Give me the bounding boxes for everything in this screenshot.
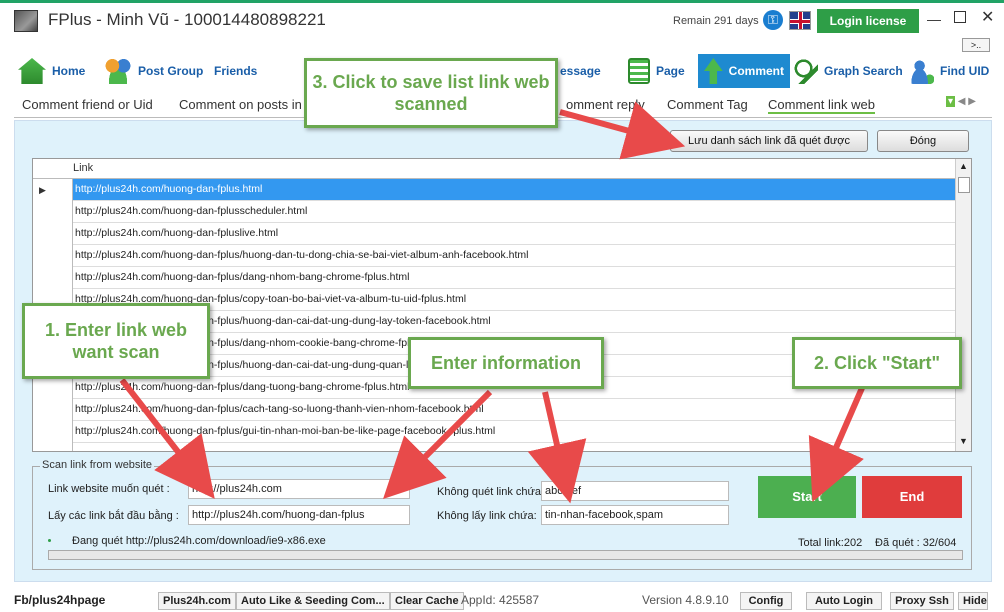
auto-login-button[interactable]: Auto Login (806, 592, 882, 610)
scroll-thumb[interactable] (958, 177, 970, 193)
callout-step1: 1. Enter link web want scan (22, 303, 210, 379)
minimize-icon[interactable]: — (927, 11, 941, 27)
nav-graph-search[interactable]: Graph Search (794, 54, 903, 88)
tab-comment-tag[interactable]: Comment Tag (667, 97, 748, 112)
grid-scrollbar[interactable]: ▲ ▼ (955, 159, 971, 451)
table-row[interactable]: http://plus24h.com/huong-dan-fplus/dang-… (73, 267, 955, 289)
table-row[interactable]: http://plus24h.com/huong-dan-fplus.html (73, 179, 955, 201)
proxy-ssh-button[interactable]: Proxy Ssh (890, 592, 954, 610)
scan-progress-bar (48, 550, 963, 560)
nav-friends-label: Friends (214, 64, 258, 78)
table-row[interactable]: http://plus24h.com/huong-dan-fpluslive.h… (73, 223, 955, 245)
app-id: AppId: 425587 (461, 593, 540, 607)
nav-message-label: essage (560, 64, 601, 78)
uk-flag-icon[interactable] (789, 11, 811, 30)
tab-comment-friend[interactable]: Comment friend or Uid (22, 97, 153, 112)
nav-graph-search-label: Graph Search (824, 64, 903, 78)
current-row-icon: ▶ (39, 185, 46, 195)
page-icon (628, 58, 650, 84)
nav-message[interactable]: essage (560, 54, 601, 88)
tab-comment-link-web[interactable]: Comment link web (768, 97, 875, 114)
login-license-button[interactable]: Login license (817, 9, 919, 33)
nav-post-group[interactable]: Post Group (104, 54, 203, 88)
nav-page-label: Page (656, 64, 685, 78)
scanned-count: Đã quét : 32/604 (875, 537, 957, 549)
title-bar: FPlus - Minh Vũ - 100014480898221 Remain… (0, 0, 1004, 36)
close-button[interactable]: Đóng (877, 130, 969, 152)
status-bar: Fb/plus24hpage Plus24h.com Auto Like & S… (0, 588, 1004, 612)
nav-page[interactable]: Page (628, 54, 685, 88)
fb-link[interactable]: Fb/plus24hpage (14, 592, 105, 610)
maximize-icon[interactable] (954, 11, 966, 23)
skip-input[interactable]: tin-nhan-facebook,spam (541, 505, 729, 525)
nav-home[interactable]: Home (18, 54, 85, 88)
nav-comment-label: Comment (728, 64, 784, 78)
skip-label: Không lấy link chứa: (437, 510, 537, 522)
tab-scroll-arrows[interactable]: ▾ ◀ ▶ (946, 96, 976, 107)
table-row[interactable]: http://plus24h.com/huong-dan-fplusschedu… (73, 201, 955, 223)
callout-step3: 3. Click to save list link web scanned (304, 58, 558, 128)
status-dot (48, 539, 51, 542)
grid-header-link[interactable]: Link (73, 162, 93, 174)
version: Version 4.8.9.10 (642, 593, 729, 607)
app-icon (14, 10, 38, 32)
group-icon (104, 58, 132, 84)
upload-arrow-icon (704, 58, 723, 84)
table-row[interactable]: http://plus24h.com/huong-dan-fplus/gui-t… (73, 421, 955, 443)
add-user-icon (910, 58, 934, 84)
website-input[interactable]: http://plus24h.com (188, 479, 410, 499)
scan-legend: Scan link from website (40, 459, 155, 471)
grid-header: Link (33, 159, 971, 179)
key-icon[interactable]: ⚿ (763, 10, 783, 30)
table-row[interactable]: http://plus24h.com/huong-dan-fplus/huong… (73, 245, 955, 267)
nav-find-uid[interactable]: Find UID (910, 54, 989, 88)
tab-comment-reply[interactable]: omment reply (566, 97, 645, 112)
save-list-button[interactable]: Lưu danh sách link đã quét được (670, 130, 868, 152)
website-label: Link website muốn quét : (48, 483, 170, 495)
search-icon (794, 58, 818, 84)
clear-cache-button[interactable]: Clear Cache (390, 592, 464, 610)
remain-days: Remain 291 days (673, 15, 759, 27)
plus24h-button[interactable]: Plus24h.com (158, 592, 236, 610)
prefix-input[interactable]: http://plus24h.com/huong-dan-fplus (188, 505, 410, 525)
scroll-down-icon[interactable]: ▼ (959, 436, 968, 446)
scan-status: Đang quét http://plus24h.com/download/ie… (72, 535, 326, 547)
scroll-up-icon[interactable]: ▲ (959, 161, 968, 171)
config-button[interactable]: Config (740, 592, 792, 610)
auto-like-button[interactable]: Auto Like & Seeding Com... (236, 592, 390, 610)
callout-step2: 2. Click "Start" (792, 337, 962, 389)
end-button[interactable]: End (862, 476, 962, 518)
home-icon (18, 58, 46, 84)
start-button[interactable]: Start (758, 476, 856, 518)
callout-info: Enter information (408, 337, 604, 389)
exclude-input[interactable]: abc,def (541, 481, 729, 501)
prefix-label: Lấy các link bắt đầu bằng : (48, 510, 179, 522)
nav-find-uid-label: Find UID (940, 64, 990, 78)
close-icon[interactable]: ✕ (981, 7, 994, 27)
total-link: Total link:202 (798, 537, 863, 549)
nav-home-label: Home (52, 64, 86, 78)
tab-comment-posts[interactable]: Comment on posts in (179, 97, 302, 112)
exclude-label: Không quét link chứa: (437, 486, 545, 498)
more-button[interactable]: >.. (962, 38, 990, 52)
window-title: FPlus - Minh Vũ - 100014480898221 (48, 10, 326, 29)
nav-post-group-label: Post Group (138, 64, 204, 78)
nav-comment[interactable]: Comment (698, 54, 790, 88)
nav-friends[interactable]: Friends (214, 54, 257, 88)
table-row[interactable]: http://plus24h.com/huong-dan-fplus/cach-… (73, 399, 955, 421)
hide-button[interactable]: Hide (958, 592, 988, 610)
